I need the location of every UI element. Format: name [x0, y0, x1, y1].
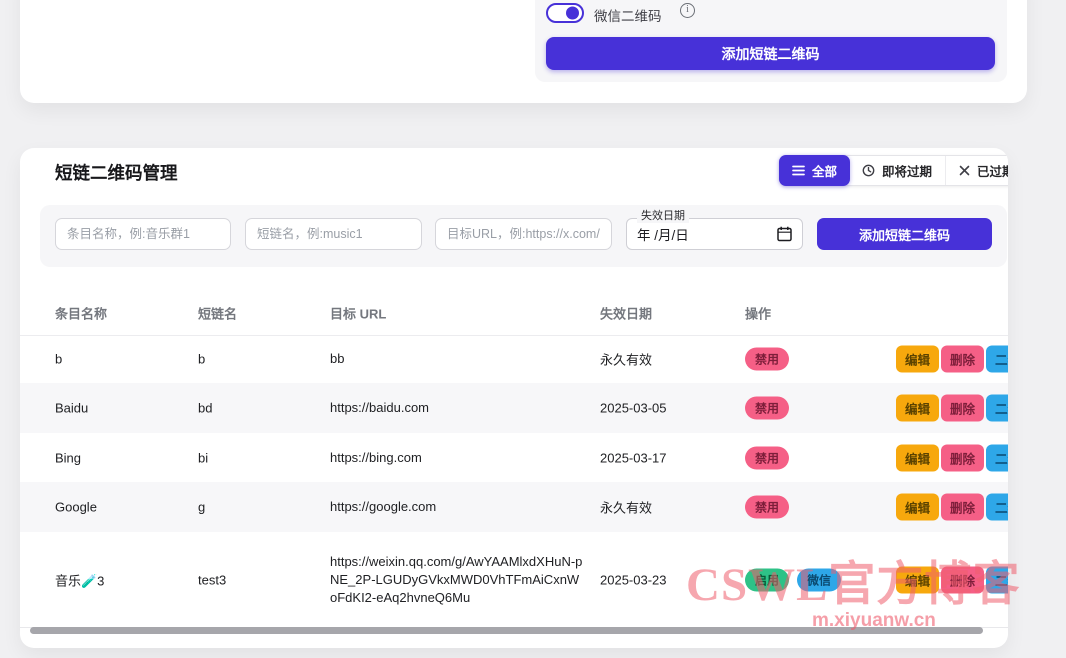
expiry-date: 永久有效	[600, 350, 652, 369]
entry-name: b	[55, 352, 62, 367]
expiry-date-input[interactable]: 失效日期 年 /月/日	[626, 218, 803, 250]
entry-name: Bing	[55, 450, 81, 465]
edit-button[interactable]: 编辑	[896, 444, 939, 471]
target-url: https://google.com	[330, 498, 585, 516]
expiry-date: 2025-03-23	[600, 572, 667, 587]
expiry-date-label: 失效日期	[637, 210, 689, 223]
entry-name-input[interactable]	[55, 218, 231, 250]
status-badge[interactable]: 禁用	[745, 496, 789, 519]
col-actions: 操作	[745, 303, 771, 322]
qrcode-button[interactable]: 二维码	[986, 444, 1008, 471]
delete-button[interactable]: 删除	[941, 346, 984, 373]
table-header: 条目名称 短链名 目标 URL 失效日期 操作	[20, 290, 1008, 336]
qr-manager-card: 短链二维码管理 全部 即将过期 已过期 失效日期 年 /月/日 添加短链二维码 …	[20, 148, 1008, 648]
horizontal-scrollbar[interactable]	[30, 627, 983, 634]
status-badge[interactable]: 禁用	[745, 397, 789, 420]
status-badge[interactable]: 禁用	[745, 348, 789, 371]
toggle-knob	[566, 7, 579, 20]
expiry-date: 永久有效	[600, 498, 652, 517]
filter-expiring-label: 即将过期	[882, 161, 932, 180]
edit-button[interactable]: 编辑	[896, 346, 939, 373]
target-url-input[interactable]	[435, 218, 612, 250]
expiry-date-value: 年 /月/日	[637, 224, 689, 244]
qrcode-button[interactable]: 二维码	[986, 494, 1008, 521]
edit-button[interactable]: 编辑	[896, 566, 939, 593]
filter-group: 全部 即将过期 已过期	[779, 155, 1008, 186]
add-qr-card: 微信二维码 i 添加短链二维码	[20, 0, 1027, 103]
col-target-url: 目标 URL	[330, 303, 386, 322]
table-row: Bing bi https://bing.com 2025-03-17 禁用 编…	[20, 433, 1008, 482]
delete-button[interactable]: 删除	[941, 494, 984, 521]
short-link-name: b	[198, 352, 205, 367]
short-link-name: g	[198, 500, 205, 515]
table-row: 音乐🧪3 test3 https://weixin.qq.com/g/AwYAA…	[20, 532, 1008, 628]
qrcode-button[interactable]: 二维码	[986, 566, 1008, 593]
target-url: https://weixin.qq.com/g/AwYAAMlxdXHuN-pN…	[330, 553, 585, 607]
info-icon[interactable]: i	[680, 3, 695, 18]
short-link-name: bi	[198, 450, 208, 465]
table-row: b b bb 永久有效 禁用 编辑 删除 二维码	[20, 335, 1008, 383]
target-url: https://baidu.com	[330, 399, 585, 417]
target-url: bb	[330, 350, 585, 368]
edit-button[interactable]: 编辑	[896, 395, 939, 422]
status-badge[interactable]: 启用	[745, 568, 789, 591]
col-short-link: 短链名	[198, 303, 237, 322]
table-row: Google g https://google.com 永久有效 禁用 编辑 删…	[20, 482, 1008, 532]
add-short-link-qr-submit-button[interactable]: 添加短链二维码	[817, 218, 992, 250]
page-title: 短链二维码管理	[55, 160, 178, 185]
filter-all[interactable]: 全部	[779, 155, 850, 186]
filter-all-label: 全部	[812, 161, 837, 180]
wechat-qr-toggle[interactable]	[546, 3, 584, 23]
qrcode-button[interactable]: 二维码	[986, 346, 1008, 373]
col-entry-name: 条目名称	[55, 303, 107, 322]
qrcode-button[interactable]: 二维码	[986, 395, 1008, 422]
entry-name: Baidu	[55, 401, 88, 416]
wechat-badge[interactable]: 微信	[797, 568, 841, 591]
delete-button[interactable]: 删除	[941, 444, 984, 471]
delete-button[interactable]: 删除	[941, 566, 984, 593]
calendar-icon[interactable]	[777, 226, 792, 242]
expiry-date: 2025-03-05	[600, 401, 667, 416]
filter-expired[interactable]: 已过期	[945, 156, 1008, 185]
col-expiry: 失效日期	[600, 303, 652, 322]
short-link-name-input[interactable]	[245, 218, 422, 250]
entry-name: Google	[55, 500, 97, 515]
table-body: b b bb 永久有效 禁用 编辑 删除 二维码 Baidu bd https:…	[20, 335, 1008, 628]
short-link-name: bd	[198, 401, 212, 416]
entry-name: 音乐🧪3	[55, 570, 104, 589]
filter-expiring[interactable]: 即将过期	[849, 156, 945, 185]
clock-icon	[862, 164, 875, 177]
wechat-qr-toggle-label: 微信二维码	[594, 5, 662, 25]
expiry-date: 2025-03-17	[600, 450, 667, 465]
add-short-link-qr-button[interactable]: 添加短链二维码	[546, 37, 995, 70]
table-row: Baidu bd https://baidu.com 2025-03-05 禁用…	[20, 383, 1008, 433]
close-icon	[959, 165, 970, 176]
delete-button[interactable]: 删除	[941, 395, 984, 422]
filter-expired-label: 已过期	[977, 161, 1008, 180]
target-url: https://bing.com	[330, 449, 585, 467]
status-badge[interactable]: 禁用	[745, 446, 789, 469]
list-icon	[792, 165, 805, 176]
edit-button[interactable]: 编辑	[896, 494, 939, 521]
short-link-name: test3	[198, 572, 226, 587]
